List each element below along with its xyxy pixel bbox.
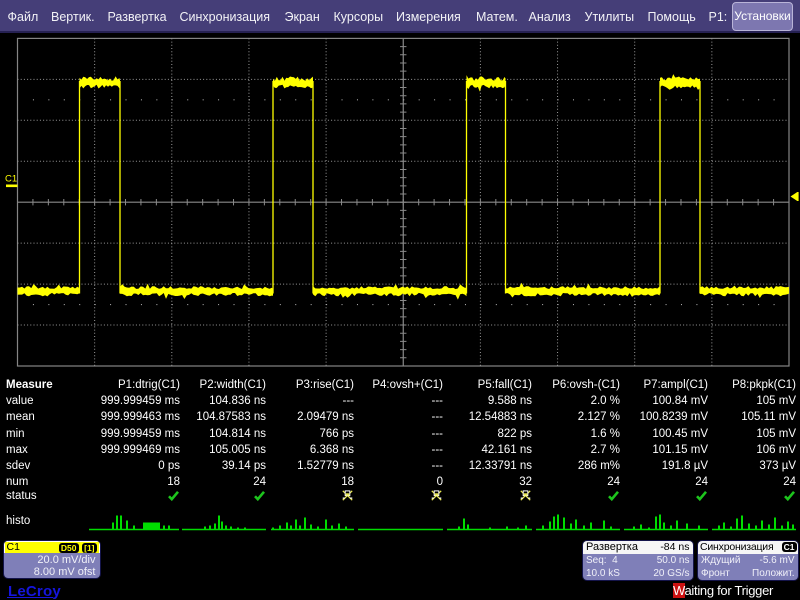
svg-text:C1: C1: [5, 174, 17, 185]
